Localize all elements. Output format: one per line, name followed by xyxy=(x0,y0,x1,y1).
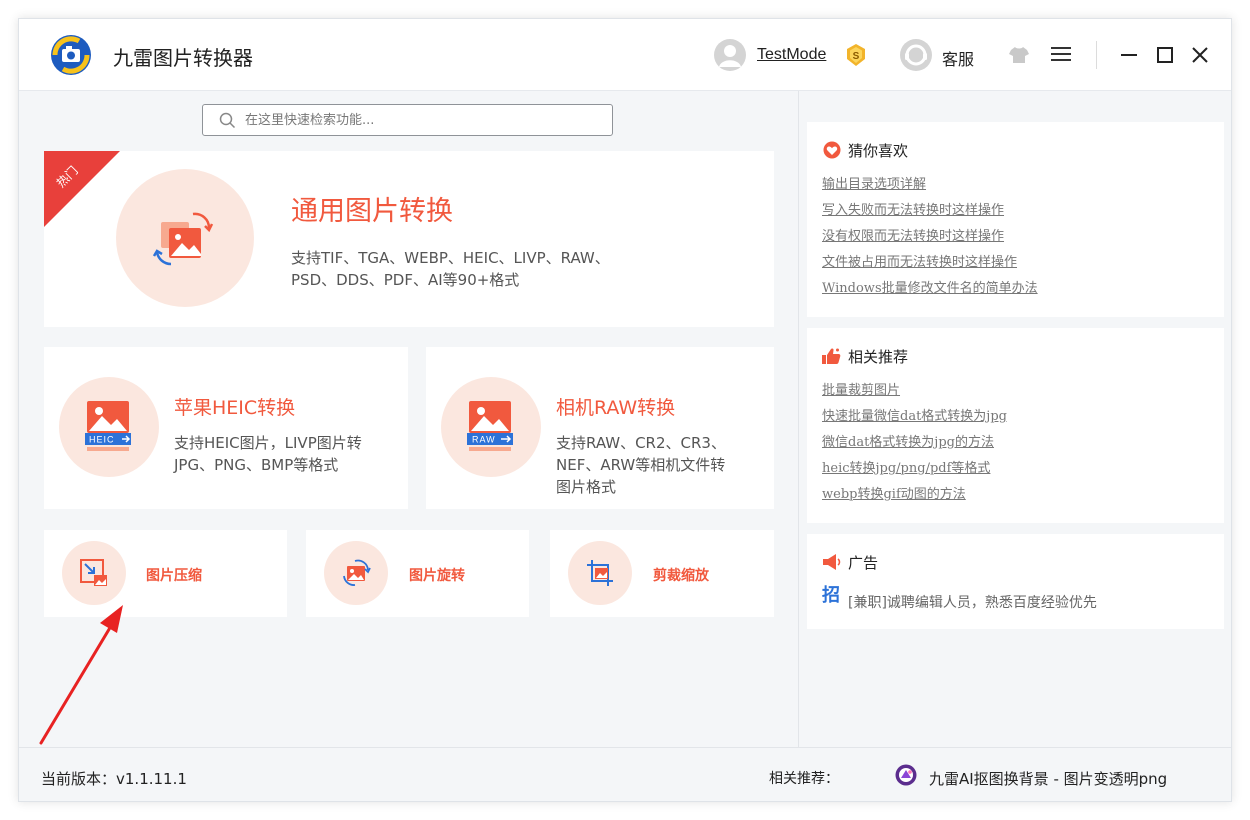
raw-desc-line1: 支持RAW、CR2、CR3、 xyxy=(556,434,726,452)
crop-card[interactable]: 剪裁缩放 xyxy=(550,530,774,617)
footer-recommend-label: 相关推荐： xyxy=(769,771,839,787)
raw-icon-bg: RAW xyxy=(441,377,541,477)
compress-title: 图片压缩 xyxy=(146,568,202,584)
recommend-links: 批量裁剪图片 快速批量微信dat格式转换为jpg 微信dat格式转换为jpg的方… xyxy=(822,381,1007,511)
user-name-link[interactable]: TestMode xyxy=(757,46,826,64)
rotate-title: 图片旋转 xyxy=(409,568,465,584)
crop-title: 剪裁缩放 xyxy=(653,568,709,584)
general-convert-title: 通用图片转换 xyxy=(291,196,453,227)
recommend-link-3[interactable]: heic转换jpg/png/pdf等格式 xyxy=(822,459,1007,485)
rotate-icon-bg xyxy=(324,541,388,605)
crop-icon xyxy=(587,560,613,586)
search-input[interactable] xyxy=(245,110,595,130)
guess-link-3[interactable]: 文件被占用而无法转换时这样操作 xyxy=(822,253,1038,279)
general-convert-desc-line2: PSD、DDS、PDF、AI等90+格式 xyxy=(291,271,520,289)
heic-convert-title: 苹果HEIC转换 xyxy=(174,397,296,419)
heic-desc-line1: 支持HEIC图片，LIVP图片转 xyxy=(174,434,362,452)
recommend-link-1[interactable]: 快速批量微信dat格式转换为jpg xyxy=(822,407,1007,433)
title-bar: 九雷图片转换器 TestMode S 客服 xyxy=(19,19,1231,91)
general-convert-desc-line1: 支持TIF、TGA、WEBP、HEIC、LIVP、RAW、 xyxy=(291,249,610,267)
raw-desc-line3: 图片格式 xyxy=(556,478,617,496)
compress-icon xyxy=(80,559,107,586)
status-footer: 当前版本：v1.1.11.1 相关推荐： 九雷AI抠图换背景 - 图片变透明pn… xyxy=(19,747,1231,801)
heic-file-icon: HEIC xyxy=(85,401,131,451)
vip-badge-icon[interactable]: S xyxy=(845,43,867,67)
megaphone-icon xyxy=(823,554,841,570)
recommend-link-2[interactable]: 微信dat格式转换为jpg的方法 xyxy=(822,433,1007,459)
raw-desc-line2: NEF、ARW等相机文件转 xyxy=(556,456,726,474)
version-label: 当前版本：v1.1.11.1 xyxy=(41,770,187,788)
related-recommend-panel: 相关推荐 批量裁剪图片 快速批量微信dat格式转换为jpg 微信dat格式转换为… xyxy=(807,328,1224,523)
search-box[interactable] xyxy=(202,104,613,136)
raw-convert-card[interactable]: RAW 相机RAW转换 支持RAW、CR2、CR3、 NEF、ARW等相机文件转… xyxy=(426,347,774,509)
heic-icon-bg: HEIC xyxy=(59,377,159,477)
recruit-icon-char: 招 xyxy=(822,584,840,604)
guess-link-2[interactable]: 没有权限而无法转换时这样操作 xyxy=(822,227,1038,253)
footer-recommend-link[interactable]: 九雷AI抠图换背景 - 图片变透明png xyxy=(929,768,1167,789)
raw-icon-tag: RAW xyxy=(472,435,496,445)
general-convert-desc: 支持TIF、TGA、WEBP、HEIC、LIVP、RAW、 PSD、DDS、PD… xyxy=(291,247,610,291)
ad-text[interactable]: [兼职]诚聘编辑人员，熟悉百度经验优先 xyxy=(848,592,1097,612)
heart-icon xyxy=(823,141,841,159)
minimize-button[interactable] xyxy=(1119,45,1139,65)
search-icon xyxy=(219,112,236,129)
general-convert-card[interactable]: 热门 通用图片转换 支持TIF、TGA、WEBP、HEIC、LIVP、RAW、 … xyxy=(44,151,774,327)
titlebar-divider xyxy=(1096,41,1097,69)
heic-convert-card[interactable]: HEIC 苹果HEIC转换 支持HEIC图片，LIVP图片转 JPG、PNG、B… xyxy=(44,347,408,509)
app-title: 九雷图片转换器 xyxy=(113,46,253,70)
heic-desc-line2: JPG、PNG、BMP等格式 xyxy=(174,456,339,474)
thumbs-up-icon xyxy=(822,348,841,364)
recommend-link-0[interactable]: 批量裁剪图片 xyxy=(822,381,1007,407)
guess-links: 输出目录选项详解 写入失败而无法转换时这样操作 没有权限而无法转换时这样操作 文… xyxy=(822,175,1038,305)
raw-convert-desc: 支持RAW、CR2、CR3、 NEF、ARW等相机文件转 图片格式 xyxy=(556,432,726,498)
customer-service-icon[interactable] xyxy=(899,38,933,72)
general-convert-icon-bg xyxy=(116,169,254,307)
ad-title: 广告 xyxy=(848,554,879,572)
ai-cutout-app-icon[interactable] xyxy=(895,764,917,786)
crop-icon-bg xyxy=(568,541,632,605)
recommend-title: 相关推荐 xyxy=(848,348,909,366)
rotate-icon xyxy=(343,559,371,586)
panel-divider xyxy=(798,91,799,747)
customer-service-label[interactable]: 客服 xyxy=(942,46,974,70)
compress-card[interactable]: 图片压缩 xyxy=(44,530,287,617)
recruit-icon: 招 xyxy=(822,584,840,604)
guess-link-0[interactable]: 输出目录选项详解 xyxy=(822,175,1038,201)
heic-convert-desc: 支持HEIC图片，LIVP图片转 JPG、PNG、BMP等格式 xyxy=(174,432,362,476)
app-logo-icon xyxy=(51,35,91,75)
ad-panel: 广告 招 [兼职]诚聘编辑人员，熟悉百度经验优先 xyxy=(807,534,1224,629)
user-avatar-icon[interactable] xyxy=(713,38,747,72)
guess-link-1[interactable]: 写入失败而无法转换时这样操作 xyxy=(822,201,1038,227)
recommend-link-4[interactable]: webp转换gif动图的方法 xyxy=(822,485,1007,511)
tshirt-skin-icon[interactable] xyxy=(1009,46,1029,64)
vip-badge-text: S xyxy=(853,51,860,62)
compress-icon-bg xyxy=(62,541,126,605)
heic-icon-tag: HEIC xyxy=(89,435,115,445)
guess-title: 猜你喜欢 xyxy=(848,142,909,160)
image-convert-icon xyxy=(152,212,214,266)
rotate-card[interactable]: 图片旋转 xyxy=(306,530,529,617)
menu-icon[interactable] xyxy=(1051,46,1071,62)
raw-convert-title: 相机RAW转换 xyxy=(556,397,676,419)
maximize-button[interactable] xyxy=(1155,45,1175,65)
guess-you-like-panel: 猜你喜欢 输出目录选项详解 写入失败而无法转换时这样操作 没有权限而无法转换时这… xyxy=(807,122,1224,317)
app-window: 九雷图片转换器 TestMode S 客服 在这里快速检索功能... 热门 通用… xyxy=(18,18,1232,802)
close-button[interactable] xyxy=(1190,45,1210,65)
guess-link-4[interactable]: Windows批量修改文件名的简单办法 xyxy=(822,279,1038,305)
raw-file-icon: RAW xyxy=(467,401,513,451)
